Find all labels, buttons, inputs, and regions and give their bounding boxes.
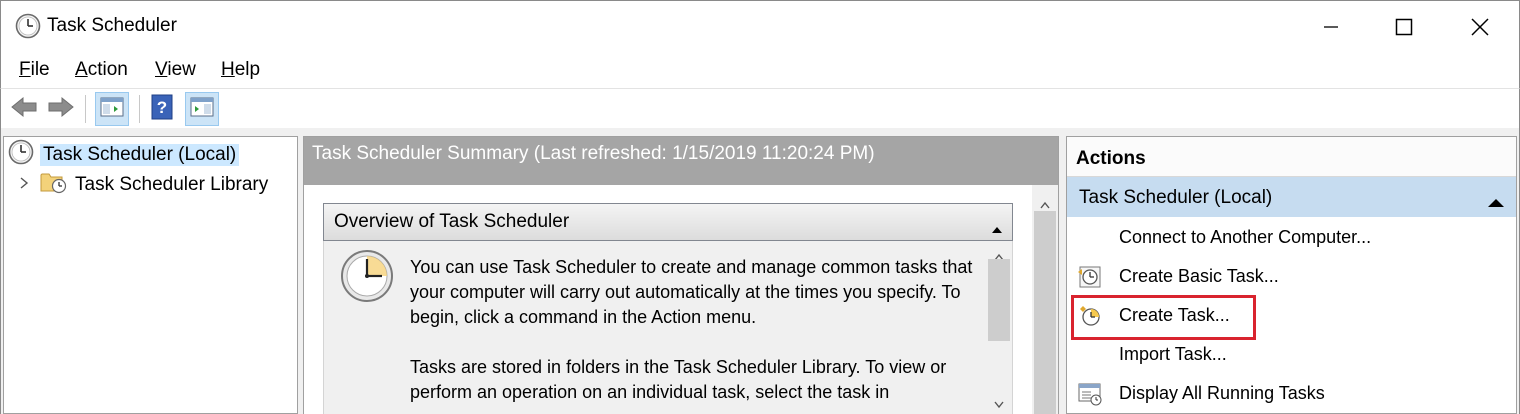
forward-button[interactable]	[44, 92, 78, 126]
menu-view[interactable]: View	[155, 59, 196, 81]
menu-action-mnemonic: A	[75, 59, 88, 80]
scroll-thumb[interactable]	[988, 259, 1010, 341]
window-title: Task Scheduler	[47, 15, 177, 36]
action-label: Display All Running Tasks	[1119, 383, 1325, 403]
overview-scrollbar[interactable]	[986, 241, 1012, 414]
show-hide-console-tree-icon	[100, 96, 124, 123]
create-task-highlight-box	[1071, 295, 1256, 340]
overview-section-header[interactable]: Overview of Task Scheduler	[323, 203, 1013, 241]
running-tasks-icon	[1077, 381, 1103, 407]
toolbar: ?	[0, 88, 1520, 128]
summary-body: Overview of Task Scheduler You can use T…	[304, 185, 1058, 414]
menu-help-mnemonic: H	[221, 59, 235, 80]
chevron-right-icon[interactable]	[18, 174, 30, 196]
show-hide-action-pane-button[interactable]	[185, 92, 219, 126]
menu-file-mnemonic: F	[19, 59, 31, 80]
menu-file-rest: ile	[30, 59, 50, 80]
close-button[interactable]	[1445, 1, 1515, 53]
overview-description: You can use Task Scheduler to create and…	[410, 255, 990, 414]
action-label: Connect to Another Computer...	[1119, 227, 1372, 247]
menu-help[interactable]: Help	[221, 59, 260, 81]
menu-view-mnemonic: V	[155, 59, 168, 80]
show-hide-action-pane-icon	[190, 96, 214, 123]
maximize-icon	[1395, 18, 1413, 36]
help-button[interactable]: ?	[145, 92, 179, 126]
collapse-arrow-icon[interactable]	[1488, 192, 1504, 214]
back-arrow-icon	[10, 96, 38, 123]
overview-paragraph: Tasks are stored in folders in the Task …	[410, 357, 947, 402]
action-label: Import Task...	[1119, 344, 1227, 364]
action-import-task[interactable]: Import Task...	[1067, 335, 1516, 374]
menu-view-rest: iew	[167, 59, 196, 80]
scroll-down-icon[interactable]	[994, 393, 1004, 414]
clock-icon	[340, 249, 394, 308]
collapse-arrow-icon[interactable]	[992, 218, 1002, 240]
actions-group-header[interactable]: Task Scheduler (Local)	[1067, 177, 1516, 217]
action-display-all-running-tasks[interactable]: Display All Running Tasks	[1067, 374, 1516, 413]
menu-file[interactable]: File	[19, 59, 50, 81]
close-icon	[1471, 18, 1489, 36]
minimize-icon	[1323, 19, 1339, 35]
actions-pane: Actions Task Scheduler (Local) Connect t…	[1066, 136, 1517, 414]
show-hide-console-tree-button[interactable]	[95, 92, 129, 126]
overview-paragraph: You can use Task Scheduler to create and…	[410, 257, 973, 327]
tree-item-label: Task Scheduler (Local)	[40, 144, 240, 166]
title-bar: Task Scheduler	[0, 0, 1520, 52]
action-label: Create Basic Task...	[1119, 266, 1279, 286]
summary-scrollbar[interactable]	[1032, 185, 1058, 414]
console-tree: Task Scheduler (Local) Task Scheduler Li…	[3, 136, 298, 414]
actions-title: Actions	[1067, 137, 1516, 177]
actions-group-label: Task Scheduler (Local)	[1079, 187, 1273, 208]
scroll-thumb[interactable]	[1034, 211, 1056, 414]
menu-action-rest: ction	[87, 59, 128, 80]
toolbar-separator	[139, 95, 140, 123]
forward-arrow-icon	[47, 96, 75, 123]
action-create-basic-task[interactable]: Create Basic Task...	[1067, 257, 1516, 296]
back-button[interactable]	[7, 92, 41, 126]
svg-text:?: ?	[157, 98, 167, 117]
menu-bar: File Action View Help	[0, 52, 1520, 88]
maximize-button[interactable]	[1369, 1, 1439, 53]
overview-content: You can use Task Scheduler to create and…	[323, 241, 1013, 414]
tree-item-label: Task Scheduler Library	[75, 174, 269, 195]
tree-item-task-scheduler-local[interactable]: Task Scheduler (Local)	[8, 139, 240, 171]
toolbar-separator	[85, 95, 86, 123]
menu-action[interactable]: Action	[75, 59, 128, 81]
menu-help-rest: elp	[234, 59, 261, 80]
action-connect-to-another-computer[interactable]: Connect to Another Computer...	[1067, 218, 1516, 257]
overview-title: Overview of Task Scheduler	[334, 211, 570, 232]
summary-pane: Task Scheduler Summary (Last refreshed: …	[303, 136, 1059, 414]
basic-task-icon	[1077, 264, 1103, 290]
clock-icon	[15, 13, 41, 39]
clock-icon	[8, 139, 34, 171]
folder-clock-icon	[40, 170, 68, 200]
minimize-button[interactable]	[1296, 1, 1366, 53]
tree-item-task-scheduler-library[interactable]: Task Scheduler Library	[18, 171, 268, 199]
summary-header: Task Scheduler Summary (Last refreshed: …	[304, 137, 1058, 185]
help-icon: ?	[151, 94, 173, 125]
